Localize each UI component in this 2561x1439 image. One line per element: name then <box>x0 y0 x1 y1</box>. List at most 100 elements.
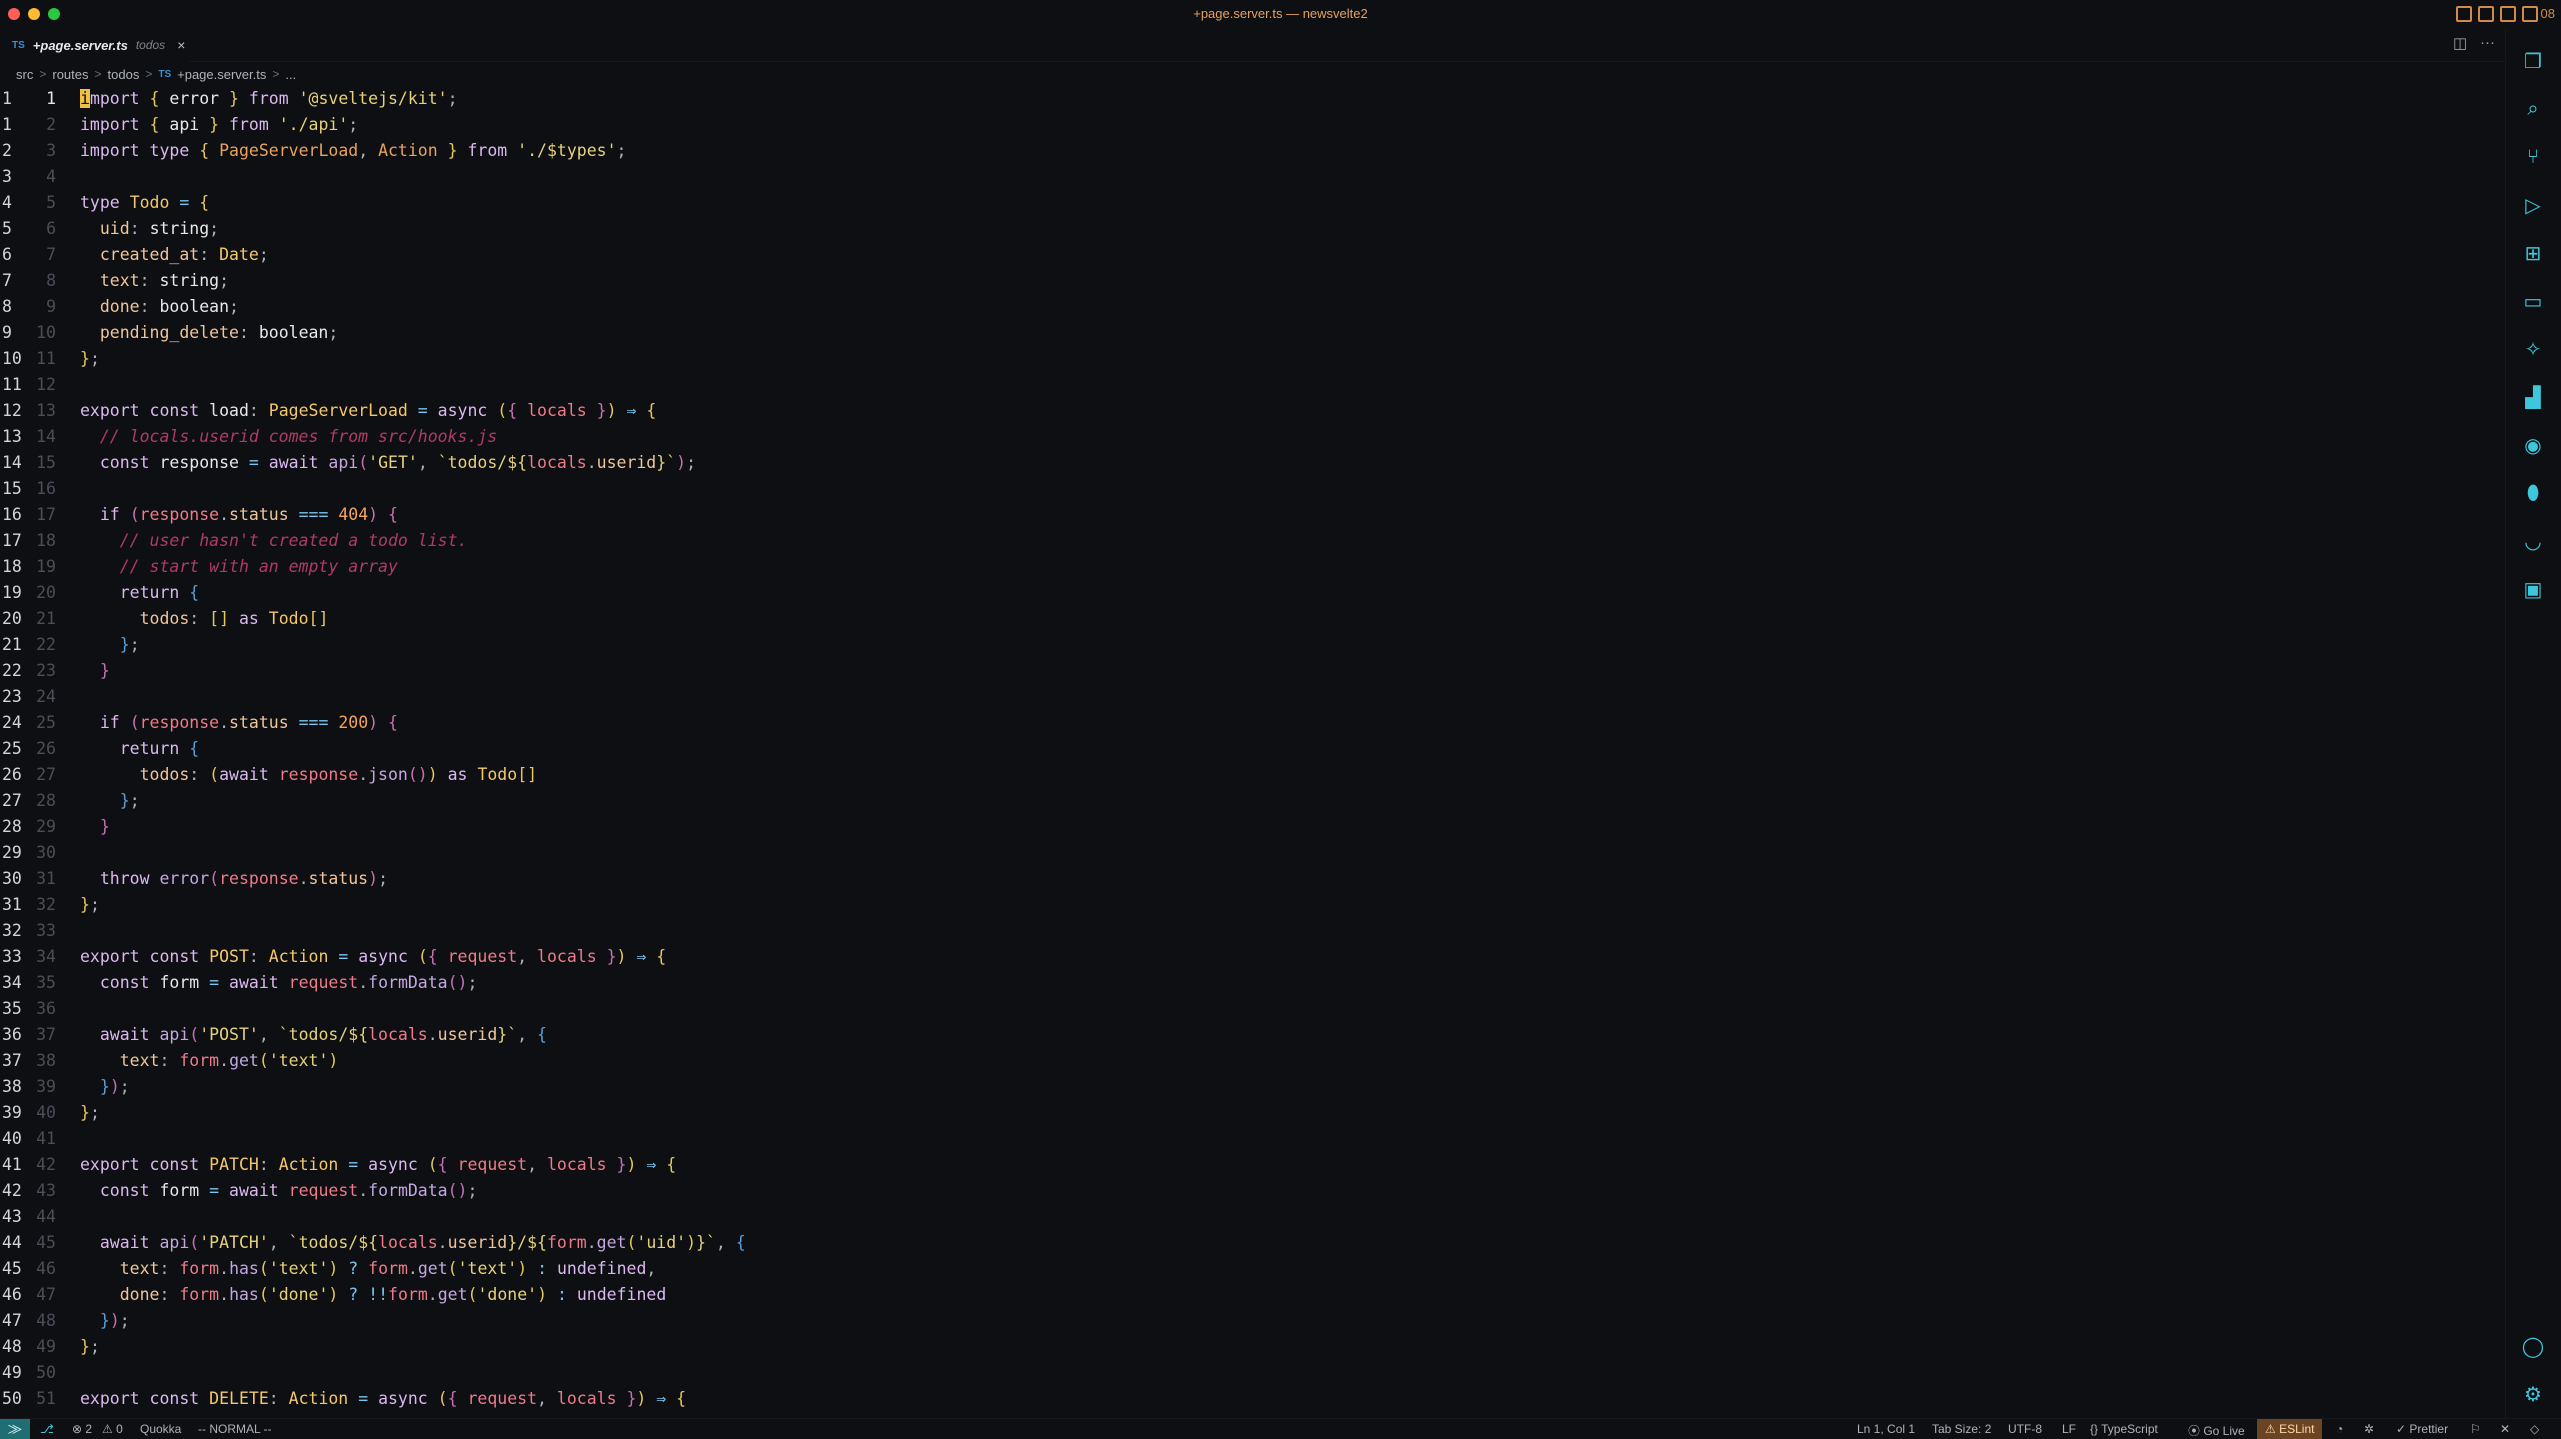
code-line[interactable]: 30 31 throw error(response.status); <box>0 866 2505 892</box>
code-line[interactable]: 38 39 }); <box>0 1074 2505 1100</box>
end-of-line[interactable]: LF <box>2062 1422 2076 1436</box>
manage-gear-icon[interactable]: ⚙ <box>2520 1381 2546 1407</box>
code-line[interactable]: 16 17 if (response.status === 404) { <box>0 502 2505 528</box>
code-line[interactable]: 10 11}; <box>0 346 2505 372</box>
toggle-panel-icon[interactable] <box>2478 6 2494 22</box>
errors-count[interactable]: ⊗ 2 <box>72 1422 92 1436</box>
close-tab-icon[interactable]: × <box>177 37 185 53</box>
code-line[interactable]: 4 5 type Todo = { <box>0 190 2505 216</box>
code-line[interactable]: 46 47 done: form.has('done') ? !!form.get… <box>0 1282 2505 1308</box>
code-line[interactable]: 45 46 text: form.has('text') ? form.get('… <box>0 1256 2505 1282</box>
code-line[interactable]: 1 2 import { api } from './api'; <box>0 112 2505 138</box>
code-line[interactable]: 34 35 const form = await request.formData… <box>0 970 2505 996</box>
language-mode[interactable]: {} TypeScript <box>2090 1422 2158 1436</box>
breadcrumb-item-routes[interactable]: routes <box>52 67 88 82</box>
code-line[interactable]: 32 33 <box>0 918 2505 944</box>
eslint-status[interactable]: ⚠ ESLint <box>2257 1419 2323 1439</box>
breadcrumb-item-symbol[interactable]: ... <box>285 67 296 82</box>
code-line[interactable]: 39 40}; <box>0 1100 2505 1126</box>
code-line[interactable]: 40 41 <box>0 1126 2505 1152</box>
remote-explorer-icon[interactable]: ▭ <box>2520 288 2546 314</box>
extensions-icon[interactable]: ⊞ <box>2520 240 2546 266</box>
gitlab-icon[interactable]: ◡ <box>2520 528 2546 554</box>
terminal-icon[interactable]: ▣ <box>2520 576 2546 602</box>
live-share-icon[interactable]: ✧ <box>2520 336 2546 362</box>
code-line[interactable]: 2 3 import type { PageServerLoad, Action }… <box>0 138 2505 164</box>
docker-icon[interactable]: ▟ <box>2520 384 2546 410</box>
code-line[interactable]: 34 <box>0 164 2505 190</box>
cursor-position[interactable]: Ln 1, Col 1 <box>1857 1422 1915 1436</box>
code-line[interactable]: 5 6 uid: string; <box>0 216 2505 242</box>
github-icon[interactable]: ◉ <box>2520 432 2546 458</box>
breadcrumb-item-src[interactable]: src <box>16 67 33 82</box>
code-line[interactable]: 35 36 <box>0 996 2505 1022</box>
remote-indicator-icon[interactable]: ⨠ <box>0 1419 30 1439</box>
code-line[interactable]: 49 50 <box>0 1360 2505 1386</box>
code-line[interactable]: 41 42 export const PATCH: Action = async (… <box>0 1152 2505 1178</box>
breadcrumb-item-file[interactable]: +page.server.ts <box>177 67 266 82</box>
close-icon[interactable]: ✕ <box>2500 1422 2510 1436</box>
code-line[interactable]: 22 23 } <box>0 658 2505 684</box>
code-line[interactable]: 44 45 await api('PATCH', `todos/${locals.… <box>0 1230 2505 1256</box>
explorer-icon[interactable]: ❐ <box>2520 48 2546 74</box>
code-line[interactable]: 17 18 // user hasn't created a todo list. <box>0 528 2505 554</box>
prettier-status[interactable]: ✓ Prettier <box>2396 1422 2448 1436</box>
code-line[interactable]: 33 34 export const POST: Action = async ({… <box>0 944 2505 970</box>
code-line[interactable]: 36 37 await api('POST', `todos/${locals.u… <box>0 1022 2505 1048</box>
code-line[interactable]: 9 10 pending_delete: boolean; <box>0 320 2505 346</box>
branch-icon[interactable]: ⎇ <box>40 1422 54 1436</box>
line-number: 7 <box>46 245 56 264</box>
code-line[interactable]: 23 24 <box>0 684 2505 710</box>
code-text: }; <box>80 895 100 914</box>
code-line[interactable]: 13 14 // locals.userid comes from src/hoo… <box>0 424 2505 450</box>
code-line[interactable]: 15 16 <box>0 476 2505 502</box>
encoding[interactable]: UTF-8 <box>2008 1422 2042 1436</box>
code-line[interactable]: 27 28 }; <box>0 788 2505 814</box>
sync-icon[interactable]: ✲ <box>2364 1422 2374 1436</box>
account-icon[interactable]: ◯ <box>2520 1333 2546 1359</box>
tab-page-server-ts[interactable]: TS +page.server.ts todos × <box>0 28 190 62</box>
code-line[interactable]: 11 12 <box>0 372 2505 398</box>
mongodb-icon[interactable]: ⬮ <box>2520 480 2546 506</box>
code-text: type Todo = { <box>80 193 210 212</box>
code-line[interactable]: 21 22 }; <box>0 632 2505 658</box>
run-debug-icon[interactable]: ▷ <box>2520 192 2546 218</box>
code-line[interactable]: 37 38 text: form.get('text') <box>0 1048 2505 1074</box>
code-line[interactable]: 1 1 import { error } from '@sveltejs/kit'; <box>0 86 2505 112</box>
code-line[interactable]: 24 25 if (response.status === 200) { <box>0 710 2505 736</box>
go-live-button[interactable]: ⦿ Go Live <box>2188 1422 2245 1439</box>
code-line[interactable]: 14 15 const response = await api('GET', `… <box>0 450 2505 476</box>
code-line[interactable]: 8 9 done: boolean; <box>0 294 2505 320</box>
toggle-secondary-sidebar-icon[interactable] <box>2500 6 2516 22</box>
code-line[interactable]: 31 32}; <box>0 892 2505 918</box>
code-line[interactable]: 50 51 export const DELETE: Action = async … <box>0 1386 2505 1412</box>
code-line[interactable]: 6 7 created_at: Date; <box>0 242 2505 268</box>
code-line[interactable]: 19 20 return { <box>0 580 2505 606</box>
code-line[interactable]: 47 48 }); <box>0 1308 2505 1334</box>
warnings-count[interactable]: ⚠ 0 <box>102 1422 123 1436</box>
source-control-icon[interactable]: ⑂ <box>2520 144 2546 170</box>
copilot-icon[interactable]: ◔ <box>2336 1422 2343 1436</box>
code-line[interactable]: 29 30 <box>0 840 2505 866</box>
search-icon[interactable]: ⌕ <box>2520 96 2546 122</box>
tab-size[interactable]: Tab Size: 2 <box>1932 1422 1991 1436</box>
code-line[interactable]: 26 27 todos: (await response.json()) as T… <box>0 762 2505 788</box>
more-actions-icon[interactable]: ··· <box>2480 34 2495 51</box>
code-line[interactable]: 28 29 } <box>0 814 2505 840</box>
code-line[interactable]: 25 26 return { <box>0 736 2505 762</box>
code-line[interactable]: 18 19 // start with an empty array <box>0 554 2505 580</box>
split-editor-icon[interactable]: ◫ <box>2453 34 2467 52</box>
code-line[interactable]: 12 13 export const load: PageServerLoad = … <box>0 398 2505 424</box>
code-line[interactable]: 43 44 <box>0 1204 2505 1230</box>
code-editor[interactable]: 1 1 import { error } from '@sveltejs/kit';… <box>0 84 2505 1418</box>
breadcrumb-item-todos[interactable]: todos <box>108 67 140 82</box>
toggle-primary-sidebar-icon[interactable] <box>2456 6 2472 22</box>
customize-layout-icon[interactable] <box>2522 6 2538 22</box>
feedback-icon[interactable]: ⚐ <box>2470 1422 2481 1436</box>
code-line[interactable]: 20 21 todos: [] as Todo[] <box>0 606 2505 632</box>
quokka-status[interactable]: Quokka <box>140 1422 181 1436</box>
notifications-bell-icon[interactable]: ◇ <box>2530 1422 2539 1436</box>
code-line[interactable]: 48 49}; <box>0 1334 2505 1360</box>
code-line[interactable]: 42 43 const form = await request.formData… <box>0 1178 2505 1204</box>
code-line[interactable]: 7 8 text: string; <box>0 268 2505 294</box>
